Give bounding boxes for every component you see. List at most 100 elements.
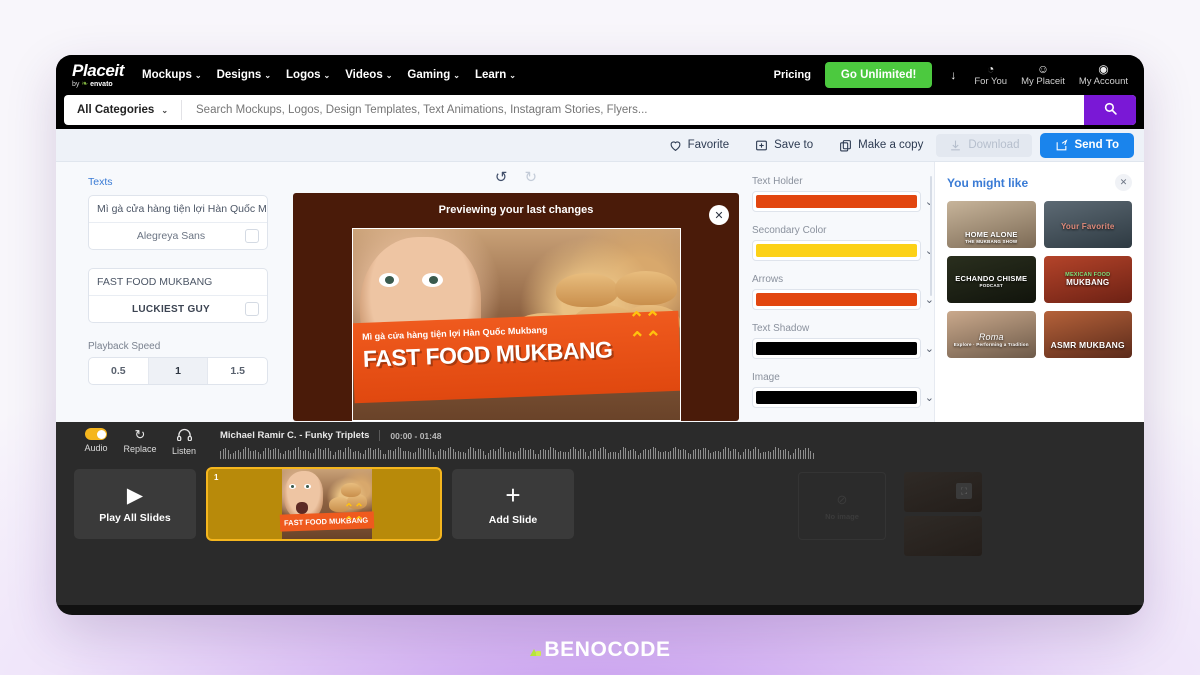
text-layer-2-color-swatch[interactable]	[245, 302, 259, 316]
nav-my-account-label: My Account	[1078, 76, 1128, 87]
add-slide-button[interactable]: + Add Slide	[452, 469, 574, 539]
prop-arrows-swatch-box[interactable]	[752, 289, 921, 310]
mouth-graphic	[295, 502, 308, 514]
save-to-button[interactable]: Save to	[742, 139, 826, 152]
chevron-down-icon: ⌄	[264, 70, 272, 80]
action-toolbar: Favorite Save to Make a copy Download Se…	[56, 129, 1144, 162]
audio-toggle[interactable]: Audio	[74, 428, 118, 453]
undo-redo-group: ↺ ↻	[495, 168, 537, 186]
prop-text-shadow-swatch-box[interactable]	[752, 338, 921, 359]
text-layer-2-font[interactable]: LUCKIEST GUY	[97, 304, 245, 315]
background-image-thumb	[904, 516, 982, 556]
nav-for-you-label: For You	[974, 76, 1008, 87]
replace-audio-button[interactable]: ↻ Replace	[118, 428, 162, 454]
make-a-copy-button[interactable]: Make a copy	[826, 139, 936, 152]
nav-item-designs[interactable]: Designs ⌄	[217, 69, 271, 81]
nav-item-learn[interactable]: Learn ⌄	[475, 69, 516, 81]
text-layer-1-color-swatch[interactable]	[245, 229, 259, 243]
suggestion-caption: ASMR MUKBANG	[1050, 340, 1125, 350]
play-all-slides-button[interactable]: ▶ Play All Slides	[74, 469, 196, 539]
chevron-down-icon[interactable]: ⌄	[925, 342, 934, 355]
suggestion-card[interactable]: ASMR MUKBANG	[1043, 311, 1132, 358]
headphones-icon	[176, 428, 192, 443]
favorite-button[interactable]: Favorite	[656, 139, 743, 152]
nav-item-logos[interactable]: Logos ⌄	[286, 69, 330, 81]
downloads-arrow-icon[interactable]: ↓	[946, 68, 960, 82]
pricing-link[interactable]: Pricing	[774, 69, 811, 81]
playback-speed-1.5[interactable]: 1.5	[208, 358, 267, 384]
category-dropdown[interactable]: All Categories ⌄	[64, 100, 182, 120]
background-image-thumb: ⛶	[904, 472, 982, 512]
logo-by-text: by	[72, 80, 80, 88]
eye-left	[289, 483, 297, 489]
search-input[interactable]	[182, 104, 1084, 116]
prop-image-row[interactable]: ⌄	[752, 387, 934, 408]
user-icon: ◉	[1098, 62, 1109, 76]
audio-track-name: Michael Ramir C. - Funky Triplets	[220, 430, 370, 441]
right-panel-scrollbar[interactable]	[930, 176, 932, 296]
prop-secondary-color-swatch-box[interactable]	[752, 240, 921, 261]
audio-toggle-switch[interactable]	[85, 428, 107, 440]
suggestion-card[interactable]: MEXICAN FOOD MUKBANG	[1043, 256, 1132, 303]
suggestion-card[interactable]: HOME ALONE THE MUKBANG SHOW	[947, 201, 1036, 248]
placeit-logo[interactable]: Placeit by ❧ envato	[72, 62, 124, 88]
prop-arrows-row[interactable]: ⌄	[752, 289, 934, 310]
nav-my-placeit[interactable]: ☺ My Placeit	[1021, 63, 1065, 87]
slide-title: FAST FOOD MUKBANG	[362, 336, 613, 372]
you-might-like-title: You might like	[947, 175, 1029, 190]
prop-secondary-color-row[interactable]: ⌄	[752, 240, 934, 261]
text-layer-2[interactable]: FAST FOOD MUKBANG LUCKIEST GUY	[88, 268, 268, 323]
listen-audio-button[interactable]: Listen	[162, 428, 206, 456]
go-unlimited-button[interactable]: Go Unlimited!	[824, 62, 933, 88]
playback-speed-1[interactable]: 1	[148, 358, 209, 384]
logo-byline: by ❧ envato	[72, 80, 124, 88]
text-layer-1-value[interactable]: Mì gà cửa hàng tiện lợi Hàn Quốc Mu	[89, 196, 267, 223]
heart-icon	[670, 140, 680, 151]
playback-speed-label: Playback Speed	[88, 341, 161, 352]
you-might-like-close-button[interactable]: ✕	[1115, 174, 1132, 191]
send-to-button[interactable]: Send To	[1040, 132, 1134, 158]
prop-secondary-color-swatch	[756, 244, 917, 257]
texts-section-title: Texts	[88, 176, 113, 188]
nav-item-mockups[interactable]: Mockups ⌄	[142, 69, 202, 81]
chevron-down-icon[interactable]: ⌄	[925, 391, 934, 404]
preview-close-button[interactable]: ✕	[709, 205, 729, 225]
text-layer-2-value[interactable]: FAST FOOD MUKBANG	[89, 269, 267, 296]
undo-icon[interactable]: ↺	[495, 168, 508, 186]
slide-preview[interactable]: Mì gà cửa hàng tiện lợi Hàn Quốc Mukbang…	[352, 228, 681, 421]
text-layer-1-font[interactable]: Alegreya Sans	[97, 230, 245, 242]
suggestion-card[interactable]: Roma Explore · Performing a Tradition	[947, 311, 1036, 358]
replace-audio-label: Replace	[123, 444, 157, 454]
benocode-watermark: BENOCODE	[0, 638, 1200, 662]
download-button[interactable]: Download	[936, 133, 1033, 157]
title-band: Mì gà cửa hàng tiện lợi Hàn Quốc Mukbang…	[353, 308, 680, 404]
slide-thumbnail-1[interactable]: 1 FAST FOOD MUKBANG ⌃⌃ ⌃⌃	[206, 467, 442, 541]
nav-my-account[interactable]: ◉ My Account	[1079, 63, 1128, 87]
suggestion-caption-text: Roma	[978, 332, 1004, 342]
redo-icon[interactable]: ↻	[525, 168, 538, 186]
no-image-placeholder: ⊘ No image	[798, 472, 886, 540]
nav-item-gaming[interactable]: Gaming ⌄	[407, 69, 460, 81]
suggestion-caption-text: ECHANDO CHISME	[955, 274, 1028, 283]
prop-text-holder-swatch-box[interactable]	[752, 191, 921, 212]
suggestion-card[interactable]: ECHANDO CHISME PODCAST	[947, 256, 1036, 303]
editor-body: Texts Mì gà cửa hàng tiện lợi Hàn Quốc M…	[56, 162, 1144, 422]
playback-speed-0.5[interactable]: 0.5	[89, 358, 149, 384]
audio-waveform[interactable]	[220, 446, 1144, 459]
chevron-down-icon: ⌄	[509, 70, 516, 80]
suggestion-caption-text: HOME ALONE	[964, 230, 1018, 239]
nav-for-you[interactable]: ◔ For You	[974, 63, 1007, 87]
chevron-up-icon: ⌃⌃	[628, 308, 662, 331]
nav-item-videos[interactable]: Videos ⌄	[345, 69, 392, 81]
text-layer-1-font-row: Alegreya Sans	[89, 223, 267, 249]
prop-image-swatch-box[interactable]	[752, 387, 921, 408]
top-navbar: Placeit by ❧ envato Mockups ⌄ Designs ⌄ …	[56, 55, 1144, 95]
burger-3	[341, 483, 362, 497]
text-layer-1[interactable]: Mì gà cửa hàng tiện lợi Hàn Quốc Mu Aleg…	[88, 195, 268, 250]
benocode-logo-icon	[529, 645, 542, 656]
suggestion-card[interactable]: Your Favorite	[1043, 201, 1132, 248]
audio-track[interactable]: Michael Ramir C. - Funky Triplets 00:00 …	[206, 428, 1144, 459]
prop-text-shadow-row[interactable]: ⌄	[752, 338, 934, 359]
search-button[interactable]	[1084, 95, 1136, 125]
prop-text-holder-row[interactable]: ⌄	[752, 191, 934, 212]
